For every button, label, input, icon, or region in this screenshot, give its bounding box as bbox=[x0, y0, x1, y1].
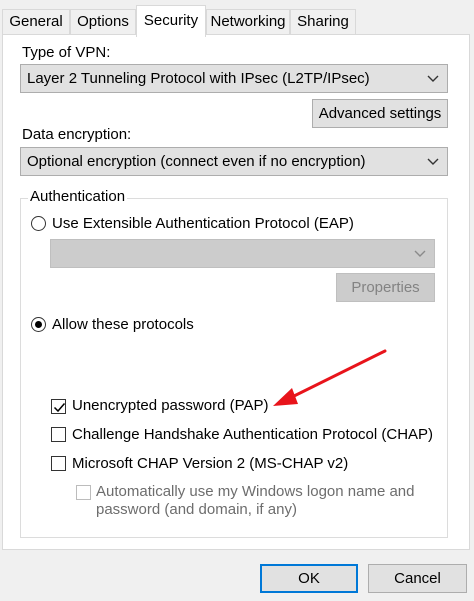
red-arrow-annotation bbox=[273, 349, 387, 406]
ok-label: OK bbox=[298, 570, 320, 587]
ok-button[interactable]: OK bbox=[260, 564, 358, 593]
tab-security-label: Security bbox=[143, 12, 199, 29]
tab-security[interactable]: Security bbox=[136, 5, 206, 37]
cancel-label: Cancel bbox=[394, 570, 441, 587]
cancel-button[interactable]: Cancel bbox=[368, 564, 467, 593]
